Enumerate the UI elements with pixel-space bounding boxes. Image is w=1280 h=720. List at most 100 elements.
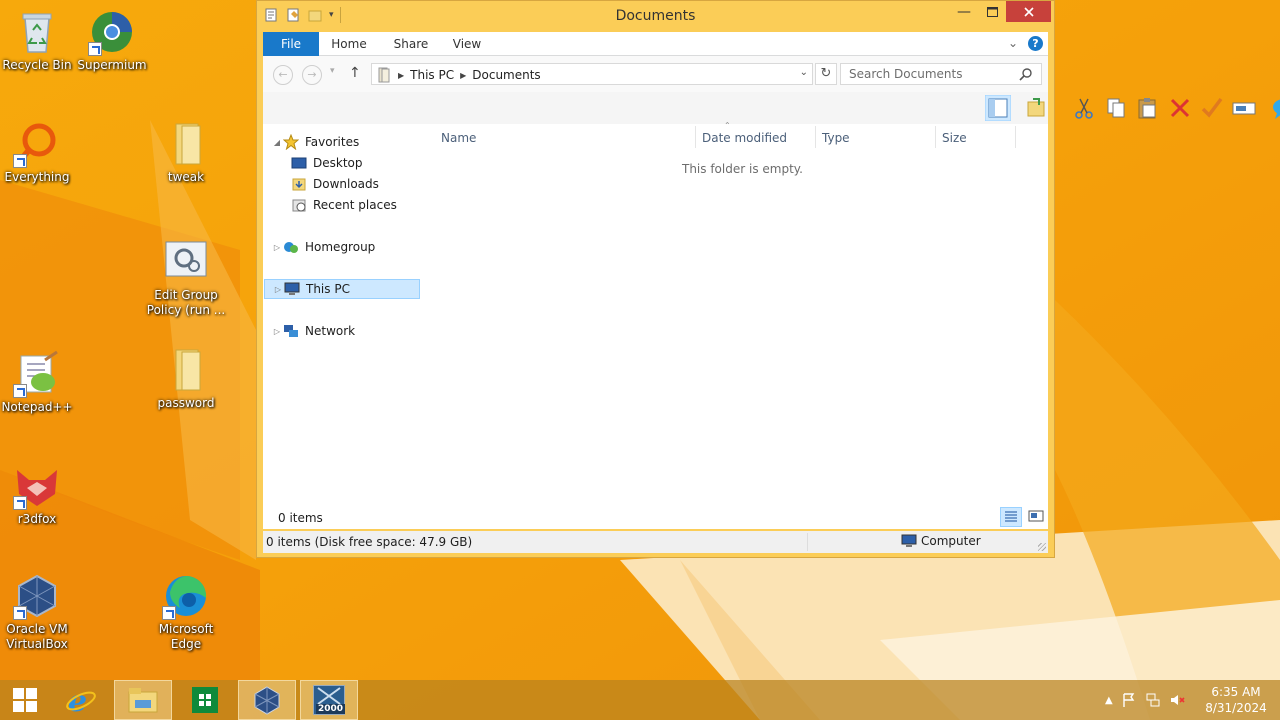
folder-icon xyxy=(175,349,201,391)
expand-arrow-icon[interactable]: ▷ xyxy=(271,327,283,336)
nav-label: Favorites xyxy=(305,135,360,149)
volume-muted-icon[interactable] xyxy=(1169,692,1185,708)
expand-arrow-icon[interactable]: ▷ xyxy=(272,285,284,294)
desktop-icon-oracle-vm-virtualbox[interactable]: Oracle VM VirtualBox xyxy=(0,572,77,652)
nav-item-homegroup[interactable]: ▷ Homegroup xyxy=(271,237,375,257)
nav-item-network[interactable]: ▷ Network xyxy=(271,321,355,341)
collapse-arrow-icon[interactable]: ◢ xyxy=(271,138,283,147)
desktop-icon-microsoft-edge[interactable]: Microsoft Edge xyxy=(146,572,226,652)
address-bar-row: ← → ▾ ↑ ▶ This PC ▶ Documents ⌄ ↻ xyxy=(263,56,1048,92)
rename-icon[interactable] xyxy=(1231,95,1257,121)
delete-icon[interactable] xyxy=(1167,95,1193,121)
address-box[interactable]: ▶ This PC ▶ Documents ⌄ xyxy=(371,63,813,85)
taskbar-store[interactable] xyxy=(176,680,234,720)
desktop-icon-label: Oracle VM VirtualBox xyxy=(6,622,68,651)
desktop-icon-r3dfox[interactable]: r3dfox xyxy=(0,462,77,527)
nav-item-desktop[interactable]: Desktop xyxy=(291,153,363,173)
command-toolbar xyxy=(263,92,1280,124)
explorer-window[interactable]: ▾ Documents — File Home Share View ⌄ ? ←… xyxy=(256,0,1280,558)
large-icons-view-icon xyxy=(1028,510,1044,522)
large-icons-view-button[interactable] xyxy=(1026,507,1048,527)
desktop-icon-recycle-bin[interactable]: Recycle Bin xyxy=(0,8,77,73)
nav-label: Downloads xyxy=(313,177,379,191)
resize-grip[interactable] xyxy=(1038,543,1046,551)
minimize-icon: — xyxy=(957,3,971,20)
ribbon-expand-chevron-icon[interactable]: ⌄ xyxy=(1008,36,1018,50)
taskbar-internet-explorer[interactable]: e xyxy=(52,680,110,720)
recent-locations-chevron-icon[interactable]: ▾ xyxy=(330,66,335,76)
show-hidden-icons-chevron-icon[interactable]: ▲ xyxy=(1105,695,1113,706)
start-button[interactable] xyxy=(0,680,50,720)
forward-button[interactable]: → xyxy=(302,65,322,85)
paste-icon[interactable] xyxy=(1135,95,1161,121)
maximize-button[interactable] xyxy=(978,1,1006,22)
details-view-button[interactable] xyxy=(1000,507,1022,527)
recent-places-icon xyxy=(292,199,306,212)
system-tray: ▲ xyxy=(1105,680,1185,720)
column-header-date-modified[interactable]: Date modified xyxy=(702,128,787,148)
navigation-pane-icon[interactable] xyxy=(985,95,1011,121)
taskbar-virtualbox[interactable] xyxy=(238,680,296,720)
nav-label: This PC xyxy=(306,282,350,296)
breadcrumb-documents[interactable]: Documents xyxy=(472,68,540,82)
column-divider[interactable] xyxy=(695,126,696,148)
column-header-size[interactable]: Size xyxy=(942,128,967,148)
nav-item-this-pc[interactable]: ▷ This PC xyxy=(264,279,420,299)
column-header-name[interactable]: Name xyxy=(441,128,476,148)
copy-icon[interactable] xyxy=(1103,95,1129,121)
refresh-button[interactable]: ↻ xyxy=(815,63,837,85)
action-center-flag-icon[interactable] xyxy=(1121,692,1137,708)
network-tray-icon[interactable] xyxy=(1145,692,1161,708)
desktop-icon-label: r3dfox xyxy=(17,512,57,526)
nav-item-recent-places[interactable]: Recent places xyxy=(291,195,397,215)
desktop-icon-label: tweak xyxy=(167,170,205,184)
up-button[interactable]: ↑ xyxy=(349,65,361,81)
desktop-icon-edit-group-policy[interactable]: Edit Group Policy (run ... xyxy=(146,238,226,318)
desktop-icon-tweak[interactable]: tweak xyxy=(146,120,226,185)
nav-label: Homegroup xyxy=(305,240,376,254)
downloads-folder-icon xyxy=(292,178,306,191)
status-disk-space: 0 items (Disk free space: 47.9 GB) xyxy=(266,535,473,549)
close-button[interactable] xyxy=(1006,1,1051,22)
move-to-icon[interactable] xyxy=(1023,95,1049,121)
tab-file[interactable]: File xyxy=(263,32,319,56)
address-history-chevron-icon[interactable]: ⌄ xyxy=(800,67,808,78)
column-divider[interactable] xyxy=(815,126,816,148)
cut-icon[interactable] xyxy=(1071,95,1097,121)
column-divider[interactable] xyxy=(935,126,936,148)
breadcrumb-separator-icon[interactable]: ▶ xyxy=(398,71,404,80)
taskbar-file-explorer[interactable] xyxy=(114,680,172,720)
tab-home[interactable]: Home xyxy=(329,32,369,56)
tab-share[interactable]: Share xyxy=(391,32,431,56)
title-bar[interactable]: ▾ Documents — xyxy=(257,1,1054,31)
clock-date: 8/31/2024 xyxy=(1205,701,1267,715)
desktop-icon-supermium[interactable]: Supermium xyxy=(72,8,152,73)
details-view-icon xyxy=(1005,511,1017,522)
help-icon[interactable]: ? xyxy=(1028,36,1043,51)
minimize-button[interactable]: — xyxy=(950,1,978,22)
clock-time: 6:35 AM xyxy=(1211,685,1261,699)
taskbar-vm-windows-2000[interactable]: 2000 xyxy=(300,680,358,720)
column-divider[interactable] xyxy=(1015,126,1016,148)
desktop-icon-label: Edit Group Policy (run ... xyxy=(146,288,226,317)
chat-bubble-icon[interactable] xyxy=(1271,95,1280,121)
back-button[interactable]: ← xyxy=(273,65,293,85)
network-icon xyxy=(284,325,298,337)
checkmark-icon[interactable] xyxy=(1199,95,1225,121)
breadcrumb-separator-icon[interactable]: ▶ xyxy=(460,71,466,80)
nav-item-downloads[interactable]: Downloads xyxy=(291,174,379,194)
taskbar-clock[interactable]: 6:35 AM 8/31/2024 xyxy=(1196,684,1276,716)
desktop-icon-password[interactable]: password xyxy=(146,346,226,411)
nav-item-favorites[interactable]: ◢ Favorites xyxy=(271,132,359,152)
nav-label: Recent places xyxy=(313,198,397,212)
expand-arrow-icon[interactable]: ▷ xyxy=(271,243,283,252)
status-computer-label: Computer xyxy=(921,534,981,548)
desktop-icon-notepad-plus-plus[interactable]: Notepad++ xyxy=(0,350,77,415)
search-icon[interactable] xyxy=(1019,67,1033,81)
empty-folder-message: This folder is empty. xyxy=(682,162,803,176)
search-input[interactable] xyxy=(840,63,1042,85)
tab-view[interactable]: View xyxy=(449,32,485,56)
breadcrumb-this-pc[interactable]: This PC xyxy=(410,68,454,82)
column-header-type[interactable]: Type xyxy=(822,128,850,148)
desktop-icon-everything[interactable]: Everything xyxy=(0,120,77,185)
